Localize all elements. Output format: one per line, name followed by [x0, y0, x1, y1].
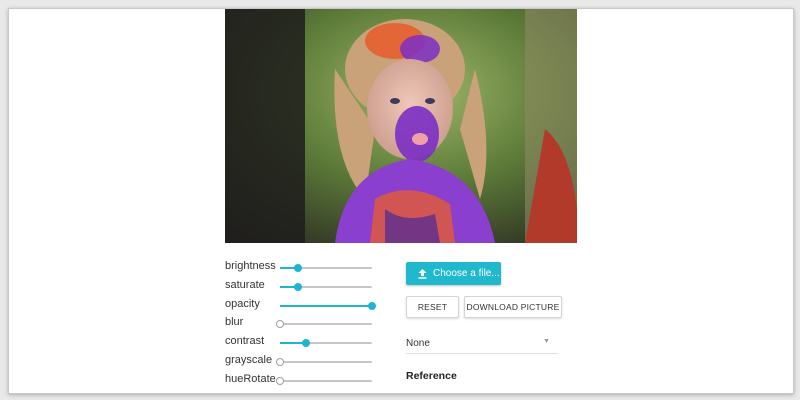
slider-fill — [280, 304, 372, 307]
slider-track[interactable] — [280, 282, 372, 291]
slider-brightness: brightness — [225, 259, 385, 278]
preview-image — [225, 9, 577, 243]
slider-thumb[interactable] — [368, 301, 376, 310]
app-frame: brightness saturate opacity blur contrast gra… — [8, 8, 794, 394]
choose-file-button[interactable]: Choose a file... — [406, 262, 501, 285]
slider-label: saturate — [225, 278, 265, 291]
slider-hueRotate: hueRotate — [225, 372, 385, 391]
slider-track[interactable] — [276, 320, 372, 329]
slider-label: hueRotate — [225, 372, 276, 385]
slider-label: contrast — [225, 335, 265, 348]
filter-sliders: brightness saturate opacity blur contrast gra… — [225, 259, 385, 391]
slider-grayscale: grayscale — [225, 353, 385, 372]
slider-track[interactable] — [280, 339, 372, 348]
slider-thumb[interactable] — [276, 376, 284, 385]
slider-opacity: opacity — [225, 297, 385, 316]
slider-thumb[interactable] — [276, 357, 284, 366]
slider-track[interactable] — [280, 301, 376, 310]
slider-label: grayscale — [225, 353, 273, 366]
filter-preset-select[interactable]: None ▼ — [406, 335, 558, 354]
photo-illustration — [225, 9, 577, 243]
slider-thumb[interactable] — [294, 264, 303, 272]
slider-label: blur — [225, 316, 244, 329]
reset-label: RESET — [417, 302, 448, 312]
upload-icon — [418, 268, 427, 279]
slider-label: brightness — [225, 260, 276, 272]
slider-contrast: contrast — [225, 334, 385, 353]
slider-thumb[interactable] — [294, 282, 303, 291]
slider-track[interactable] — [276, 357, 372, 366]
choose-file-label: Choose a file... — [433, 268, 500, 279]
slider-thumb[interactable] — [276, 320, 284, 329]
slider-track[interactable] — [280, 264, 372, 272]
slider-saturate: saturate — [225, 278, 385, 297]
reset-button[interactable]: RESET — [406, 296, 459, 318]
reference-heading: Reference — [406, 370, 457, 382]
chevron-down-icon: ▼ — [543, 338, 550, 345]
filter-preset-value: None — [406, 338, 430, 349]
slider-label: opacity — [225, 297, 260, 310]
download-picture-button[interactable]: DOWNLOAD PICTURE — [464, 296, 562, 318]
slider-blur: blur — [225, 315, 385, 334]
slider-thumb[interactable] — [301, 339, 310, 348]
slider-track[interactable] — [276, 376, 372, 385]
download-label: DOWNLOAD PICTURE — [466, 302, 560, 312]
